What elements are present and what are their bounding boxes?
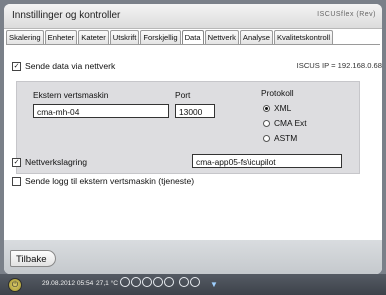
- slot-circle-icon: [164, 277, 174, 287]
- tab-data[interactable]: Data: [181, 30, 204, 45]
- back-button[interactable]: Tilbake: [10, 250, 56, 267]
- radio-unselected-icon: [263, 134, 270, 142]
- port-input[interactable]: 13000: [175, 104, 215, 118]
- network-storage-label: Nettverkslagring: [25, 157, 88, 167]
- status-bar: ⏻ 29.08.2012 05:54 27,1 °C ▼: [0, 274, 386, 295]
- send-log-checkbox[interactable]: Sende logg til ekstern vertsmaskin (tjen…: [12, 176, 194, 186]
- tab-enheter[interactable]: Enheter: [44, 30, 78, 44]
- tab-kvalitetskontroll[interactable]: Kvalitetskontroll: [273, 30, 334, 44]
- checkbox-unchecked-icon: [12, 176, 21, 186]
- screen: Innstillinger og kontroller ISCUSflex (R…: [4, 4, 382, 274]
- tab-analyse[interactable]: Analyse: [239, 30, 273, 44]
- send-data-checkbox[interactable]: ✓ Sende data via nettverk: [12, 61, 115, 71]
- slot-circle-icon: [190, 277, 200, 287]
- host-input[interactable]: cma-mh-04: [33, 104, 169, 118]
- slot-circle-icon: [131, 277, 141, 287]
- tab-kateter[interactable]: Kateter: [78, 30, 109, 44]
- network-storage-checkbox[interactable]: ✓ Nettverkslagring: [12, 157, 87, 167]
- protocol-cma-ext-label: CMA Ext: [274, 118, 307, 128]
- slot-circle-icon: [142, 277, 152, 287]
- send-data-label: Sende data via nettverk: [25, 61, 116, 71]
- protocol-label: Protokoll: [261, 88, 294, 98]
- protocol-astm-label: ASTM: [274, 133, 298, 143]
- radio-selected-icon: [263, 104, 270, 112]
- protocol-radio-xml[interactable]: XML: [263, 103, 291, 113]
- protocol-radio-cma-ext[interactable]: CMA Ext: [263, 118, 307, 128]
- temperature: 27,1 °C: [96, 280, 119, 287]
- tab-forskjellig[interactable]: Forskjellig: [140, 30, 181, 44]
- datetime: 29.08.2012 05:54: [42, 280, 94, 287]
- tab-content-data: ✓ Sende data via nettverk ISCUS IP = 192…: [6, 44, 382, 231]
- title-bar: Innstillinger og kontroller ISCUSflex (R…: [4, 4, 382, 29]
- protocol-xml-label: XML: [274, 103, 292, 113]
- ip-address-info: ISCUS IP = 192.168.0.68: [296, 61, 382, 70]
- send-log-label: Sende logg til ekstern vertsmaskin (tjen…: [25, 176, 195, 186]
- power-icon[interactable]: ⏻: [8, 278, 22, 292]
- bottom-bar: Tilbake: [4, 240, 382, 274]
- checkbox-checked-icon: ✓: [12, 157, 21, 167]
- slot-circle-icon: [179, 277, 189, 287]
- tab-bar: Skalering Enheter Kateter Utskrift Forsk…: [6, 30, 380, 45]
- network-icon: ▼: [210, 280, 218, 289]
- radio-unselected-icon: [263, 119, 270, 127]
- host-label: Ekstern vertsmaskin: [33, 90, 109, 100]
- brand-logo: ISCUSflex (Rev): [317, 11, 376, 18]
- tab-nettverk[interactable]: Nettverk: [204, 30, 239, 44]
- protocol-radio-astm[interactable]: ASTM: [263, 133, 297, 143]
- slot-indicators: [120, 277, 200, 287]
- tab-utskrift[interactable]: Utskrift: [109, 30, 140, 44]
- window-title: Innstillinger og kontroller: [12, 10, 121, 21]
- slot-circle-icon: [153, 277, 163, 287]
- tab-skalering[interactable]: Skalering: [6, 30, 44, 44]
- port-label: Port: [175, 90, 191, 100]
- slot-circle-icon: [120, 277, 130, 287]
- network-storage-path-input[interactable]: cma-app05-fs\icupilot: [192, 154, 342, 168]
- checkbox-checked-icon: ✓: [12, 61, 21, 71]
